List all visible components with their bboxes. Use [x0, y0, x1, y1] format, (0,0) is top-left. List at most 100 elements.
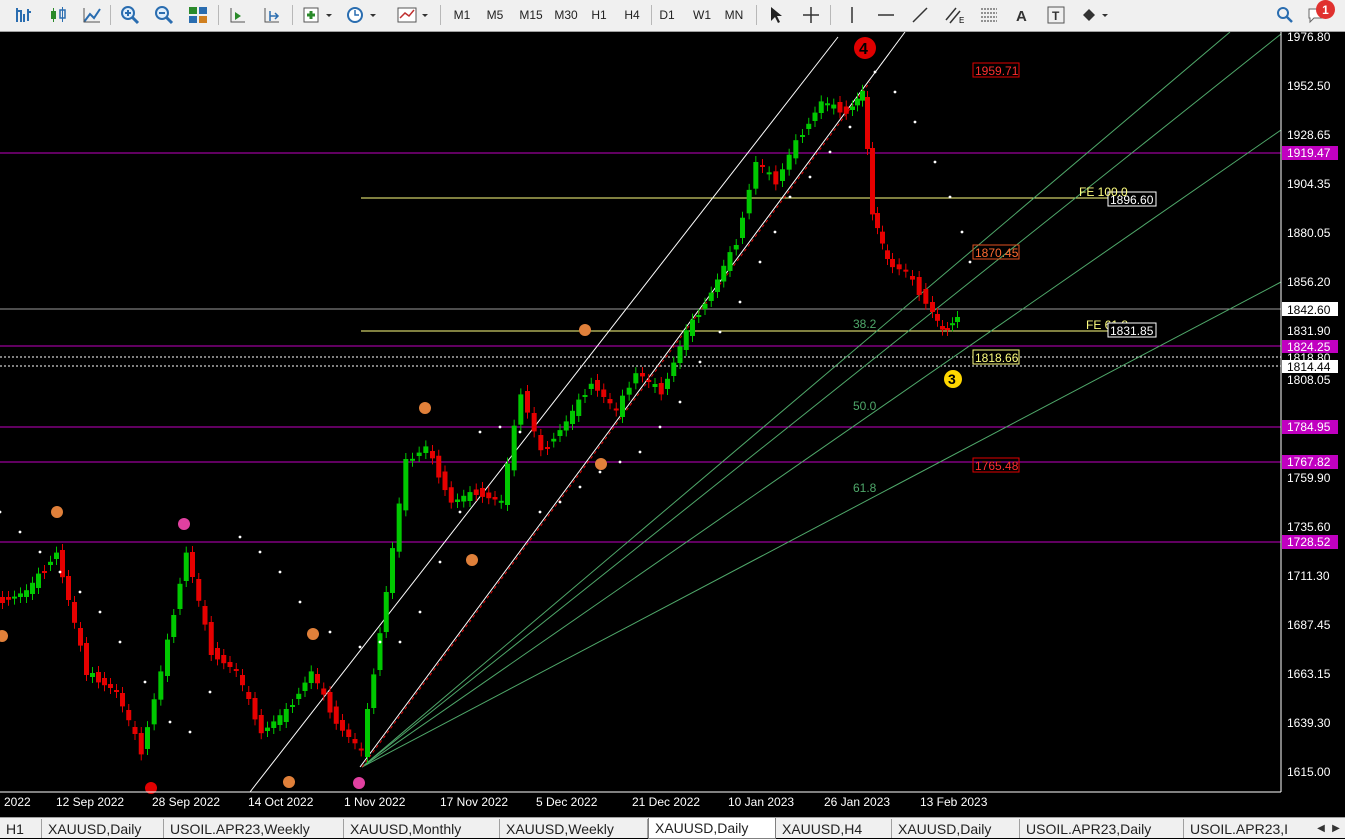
bullish-candle: [498, 500, 504, 503]
bearish-candle: [473, 489, 479, 495]
bearish-candle: [78, 628, 83, 646]
date-tick: 28 Sep 2022: [152, 795, 220, 809]
zoom-in-icon[interactable]: [116, 4, 144, 26]
search-icon[interactable]: [1272, 4, 1298, 26]
bearish-candle: [930, 302, 935, 312]
tab-xauusd-h4[interactable]: XAUUSD,H4: [776, 819, 892, 838]
bearish-candle: [321, 688, 327, 695]
chart-tabs: H1 XAUUSD,Daily USOIL.APR23,Weekly XAUUS…: [0, 817, 1345, 839]
price-tick: 1711.30: [1287, 569, 1330, 583]
auto-scroll-icon[interactable]: [224, 4, 252, 26]
parabolic-sar-dot: [298, 600, 302, 604]
bullish-candle: [165, 639, 170, 676]
svg-text:A: A: [1016, 8, 1027, 24]
templates-icon[interactable]: [392, 4, 434, 26]
parabolic-sar-dot: [933, 160, 937, 164]
level-tag-1919: 1919.47: [1287, 146, 1331, 160]
timeframe-d1-button[interactable]: D1: [654, 4, 680, 26]
arrows-shapes-icon[interactable]: [1076, 4, 1116, 26]
fib-61-8-label: 61.8: [853, 481, 877, 495]
bearish-candle: [945, 328, 950, 330]
parabolic-sar-dot: [618, 460, 622, 464]
bearish-candle: [430, 451, 435, 459]
tab-xauusd-weekly[interactable]: XAUUSD,Weekly: [500, 819, 648, 838]
bullish-candle: [365, 709, 370, 757]
timeframe-h1-button[interactable]: H1: [584, 4, 614, 26]
timeframe-m1-button[interactable]: M1: [448, 4, 476, 26]
parabolic-sar-dot: [188, 730, 192, 734]
bullish-candle: [271, 721, 277, 728]
bullish-candle: [511, 425, 517, 471]
level-tag-1767: 1767.82: [1287, 455, 1331, 469]
periodicity-clock-icon[interactable]: [342, 4, 382, 26]
timeframe-m5-button[interactable]: M5: [480, 4, 510, 26]
fibonacci-icon[interactable]: [975, 4, 1003, 26]
date-tick: 14 Oct 2022: [248, 795, 314, 809]
bearish-candle: [227, 662, 233, 667]
bullish-candle: [690, 319, 695, 336]
bullish-candle: [54, 552, 59, 559]
bearish-candle: [315, 674, 320, 684]
date-tick: 21 Dec 2022: [632, 795, 700, 809]
text-label-icon[interactable]: T: [1042, 4, 1070, 26]
bullish-candle: [696, 315, 702, 317]
tab-xauusd-daily-2[interactable]: XAUUSD,Daily: [892, 819, 1020, 838]
parabolic-sar-dot: [598, 470, 602, 474]
scroll-left-icon[interactable]: ◀: [1314, 820, 1328, 836]
tab-usoil-other[interactable]: USOIL.APR23,I: [1184, 819, 1310, 838]
date-tick: 13 Feb 2023: [920, 795, 988, 809]
candlestick-chart-icon[interactable]: [44, 4, 72, 26]
cursor-icon[interactable]: [762, 4, 790, 26]
bullish-candle: [727, 252, 733, 271]
line-chart-icon[interactable]: [78, 4, 106, 26]
timeframe-h4-button[interactable]: H4: [617, 4, 647, 26]
bullish-candle: [290, 705, 295, 707]
svg-text:E: E: [959, 16, 964, 24]
level-tag-1814: 1814.44: [1287, 360, 1331, 374]
bullish-candle: [518, 394, 524, 425]
bullish-candle: [296, 693, 302, 699]
bullish-candle: [505, 463, 510, 505]
tab-h1[interactable]: H1: [0, 819, 42, 838]
bullish-candle: [860, 90, 865, 101]
chart-shift-icon[interactable]: [258, 4, 286, 26]
bearish-candle: [246, 692, 252, 699]
new-indicator-icon[interactable]: [298, 4, 338, 26]
parabolic-sar-dot: [538, 510, 542, 514]
tile-windows-icon[interactable]: [184, 4, 212, 26]
price-chart[interactable]: 1976.80 1952.50 1928.65 1904.35 1880.05 …: [0, 32, 1345, 817]
timeframe-w1-button[interactable]: W1: [687, 4, 717, 26]
price-tick: 1759.90: [1287, 471, 1331, 485]
fractal-marker: [178, 518, 190, 530]
parabolic-sar-dot: [78, 590, 82, 594]
crosshair-icon[interactable]: [797, 4, 825, 26]
tab-usoil-weekly[interactable]: USOIL.APR23,Weekly: [164, 819, 344, 838]
zoom-out-icon[interactable]: [150, 4, 178, 26]
label-1818: 1818.66: [975, 351, 1019, 365]
bullish-candle: [423, 446, 429, 453]
timeframe-m15-button[interactable]: M15: [514, 4, 548, 26]
fractal-marker: [51, 506, 63, 518]
notification-badge[interactable]: 1: [1316, 0, 1335, 19]
scroll-right-icon[interactable]: ▶: [1329, 820, 1343, 836]
tab-xauusd-monthly[interactable]: XAUUSD,Monthly: [344, 819, 500, 838]
bullish-candle: [753, 162, 759, 189]
parabolic-sar-dot: [738, 300, 742, 304]
tab-xauusd-daily-1[interactable]: XAUUSD,Daily: [42, 819, 164, 838]
vertical-line-icon[interactable]: [838, 4, 866, 26]
trendline-icon[interactable]: [906, 4, 934, 26]
timeframe-m30-button[interactable]: M30: [549, 4, 583, 26]
horizontal-line-icon[interactable]: [872, 4, 900, 26]
bullish-candle: [177, 583, 183, 609]
bullish-candle: [677, 346, 683, 363]
bar-chart-icon[interactable]: [10, 4, 38, 26]
bearish-candle: [346, 729, 352, 737]
equidistant-channel-icon[interactable]: E: [940, 4, 970, 26]
price-tick: 1952.50: [1287, 79, 1331, 93]
tab-usoil-daily[interactable]: USOIL.APR23,Daily: [1020, 819, 1184, 838]
bearish-candle: [252, 698, 258, 720]
timeframe-mn-button[interactable]: MN: [719, 4, 749, 26]
tab-xauusd-daily-active[interactable]: XAUUSD,Daily: [648, 818, 776, 839]
text-tool-icon[interactable]: A: [1008, 4, 1036, 26]
label-1765: 1765.48: [975, 459, 1019, 473]
